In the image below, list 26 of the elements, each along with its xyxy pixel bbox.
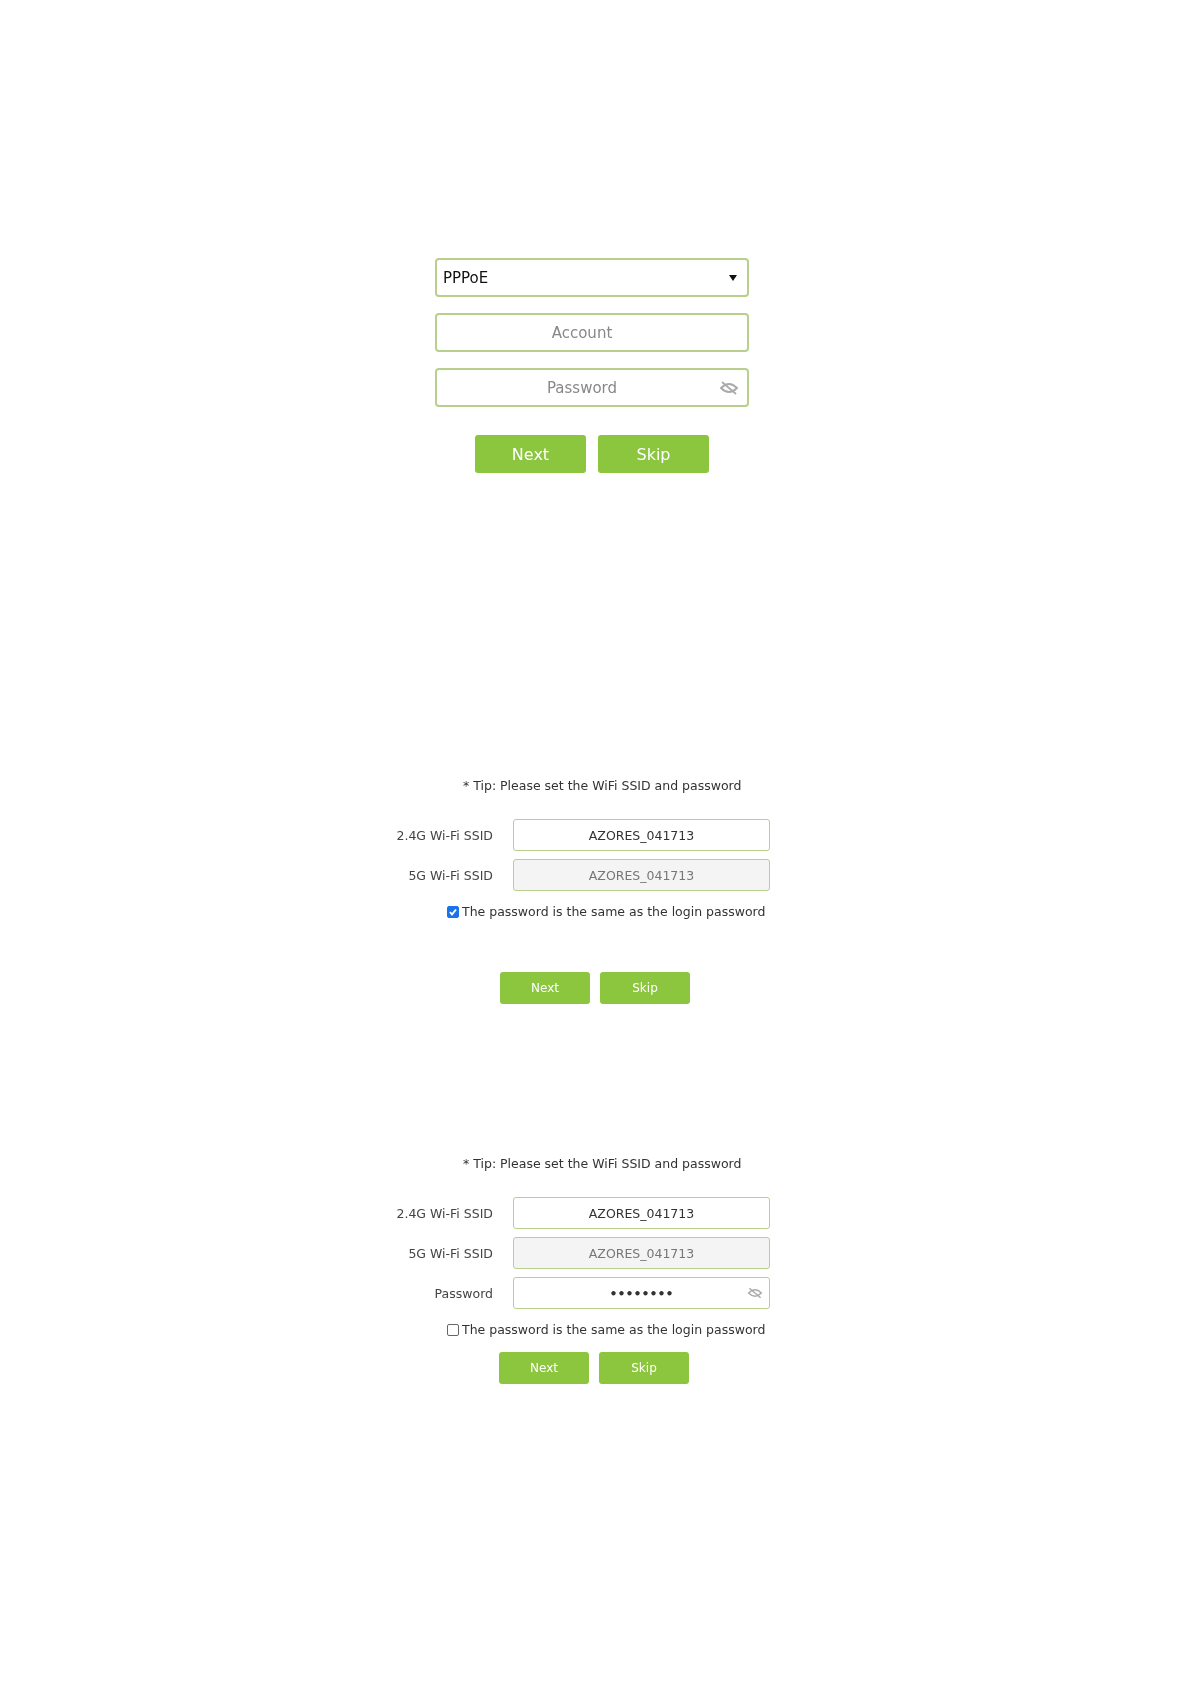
input-field[interactable]: •••••••• [513,1277,770,1309]
checkbox-label: The password is the same as the login password [462,1322,766,1337]
field-label: 2.4G Wi-Fi SSID [395,827,493,843]
checkbox-label: The password is the same as the login password [462,904,766,919]
checkbox[interactable] [447,905,459,918]
field-label: Password [433,1285,493,1301]
eye-slash-icon[interactable] [719,381,739,395]
checkbox[interactable] [447,1323,459,1336]
caret-icon [729,274,737,281]
input-field[interactable]: Account [435,313,749,352]
input-field[interactable]: AZORES_041713 [513,1197,770,1229]
next-button[interactable]: Next [500,972,590,1004]
skip-button[interactable]: Skip [598,435,709,473]
eye-slash-icon[interactable] [747,1287,763,1299]
field-label: 5G Wi-Fi SSID [407,867,493,883]
next-button[interactable]: Next [499,1352,589,1384]
field-label: 5G Wi-Fi SSID [407,1245,493,1261]
next-button[interactable]: Next [475,435,586,473]
input-field[interactable]: Password [435,368,749,407]
connection-type-select[interactable]: PPPoE [435,258,749,297]
skip-button[interactable]: Skip [599,1352,689,1384]
field-label: 2.4G Wi-Fi SSID [395,1205,493,1221]
tip-text: * Tip: Please set the WiFi SSID and password [463,778,743,793]
tip-text: * Tip: Please set the WiFi SSID and password [463,1156,743,1171]
skip-button[interactable]: Skip [600,972,690,1004]
input-field[interactable]: AZORES_041713 [513,819,770,851]
